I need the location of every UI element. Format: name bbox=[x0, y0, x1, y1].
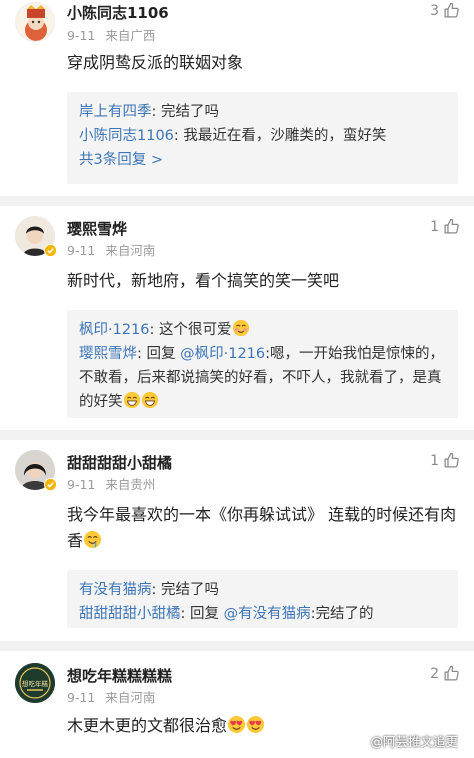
comment-meta: 9-11 来自贵州 bbox=[67, 474, 165, 493]
like-button[interactable]: 1 bbox=[430, 218, 460, 235]
reply-username[interactable]: 岸上有四季 bbox=[79, 104, 152, 120]
username[interactable]: 想吃年糕糕糕糕 bbox=[67, 665, 172, 686]
reply-text: : 完结了吗 bbox=[151, 582, 220, 598]
username[interactable]: 小陈同志1106 bbox=[67, 2, 169, 23]
drooling-face-emoji-icon bbox=[83, 530, 102, 549]
comment-text-content: 木更木更的文都很治愈 bbox=[67, 716, 228, 735]
avatar-logo-text: 想吃年糕 bbox=[22, 679, 49, 688]
comment-item: 小陈同志1106 9-11 来自广西 3 穿成阴鸷反派的联姻对象 岸上有四季: 完… bbox=[0, 0, 474, 205]
reply-item: 小陈同志1106: 我最近在看，沙雕类的，蛮好笑 bbox=[79, 124, 446, 148]
avatar[interactable] bbox=[15, 2, 55, 42]
like-button[interactable]: 1 bbox=[430, 452, 460, 469]
comment-location: 来自河南 bbox=[105, 690, 156, 705]
separator bbox=[0, 196, 474, 206]
comment-text: 穿成阴鸷反派的联姻对象 bbox=[67, 53, 244, 72]
comment-meta: 9-11 来自河南 bbox=[67, 240, 165, 259]
username[interactable]: 甜甜甜甜小甜橘 bbox=[67, 452, 172, 473]
reply-item: 璎熙雪烨: 回复 @枫印·1216:嗯，一开始我怕是惊悚的，不敢看，后来都说搞笑… bbox=[79, 342, 446, 414]
comment-meta: 9-11 来自广西 bbox=[67, 25, 165, 44]
comment-date: 9-11 bbox=[67, 28, 96, 43]
reply-item: 甜甜甜甜小甜橘: 回复 @有没有猫病:完结了的 bbox=[79, 602, 446, 626]
view-more-replies-link[interactable]: 共3条回复 > bbox=[79, 148, 446, 172]
separator bbox=[0, 430, 474, 440]
comment-text: 我今年最喜欢的一本《你再躲试试》 连载的时候还有肉香 bbox=[67, 502, 462, 554]
comment-location: 来自广西 bbox=[105, 28, 156, 43]
blushing-face-emoji-icon bbox=[232, 319, 249, 337]
like-count: 1 bbox=[430, 452, 439, 469]
reply-username[interactable]: 小陈同志1106 bbox=[79, 128, 174, 144]
comment-item: 想吃年糕 想吃年糕糕糕糕 9-11 来自河南 2 木更木更的文都很治愈 @阿芸推文… bbox=[0, 651, 474, 758]
reply-item: 有没有猫病: 完结了吗 bbox=[79, 578, 446, 602]
comment-item: 璎熙雪烨 9-11 来自河南 1 新时代，新地府，看个搞笑的笑一笑吧 枫印·121… bbox=[0, 206, 474, 426]
comment-text-content: 我今年最喜欢的一本《你再躲试试》 连载的时候还有肉香 bbox=[67, 505, 457, 550]
heart-eyes-emoji-icon bbox=[246, 715, 265, 734]
reply-username[interactable]: 甜甜甜甜小甜橘 bbox=[79, 606, 181, 622]
watermark: @阿芸推文追更 bbox=[370, 734, 458, 749]
like-button[interactable]: 2 bbox=[430, 665, 460, 682]
grinning-face-emoji-icon bbox=[141, 391, 158, 409]
comment-text: 新时代，新地府，看个搞笑的笑一笑吧 bbox=[67, 271, 340, 290]
comment-meta: 9-11 来自河南 bbox=[67, 687, 165, 706]
avatar[interactable]: 想吃年糕 bbox=[15, 663, 55, 703]
reply-username[interactable]: 有没有猫病 bbox=[79, 582, 152, 598]
reply-box[interactable]: 枫印·1216: 这个很可爱 璎熙雪烨: 回复 @枫印·1216:嗯，一开始我怕… bbox=[67, 310, 458, 418]
reply-item: 岸上有四季: 完结了吗 bbox=[79, 100, 446, 124]
reply-text-tail: :完结了的 bbox=[310, 606, 374, 622]
verified-badge-icon bbox=[44, 244, 57, 257]
reply-username[interactable]: 枫印·1216 bbox=[79, 322, 150, 338]
comment-date: 9-11 bbox=[67, 243, 96, 258]
heart-eyes-emoji-icon bbox=[227, 715, 246, 734]
reply-box[interactable]: 有没有猫病: 完结了吗 甜甜甜甜小甜橘: 回复 @有没有猫病:完结了的 bbox=[67, 570, 458, 628]
thumbs-up-icon bbox=[444, 218, 459, 234]
grinning-face-emoji-icon bbox=[123, 391, 140, 409]
comment-location: 来自贵州 bbox=[105, 477, 156, 492]
like-button[interactable]: 3 bbox=[430, 2, 460, 19]
separator bbox=[0, 641, 474, 651]
thumbs-up-icon bbox=[444, 452, 459, 468]
reply-box[interactable]: 岸上有四季: 完结了吗 小陈同志1106: 我最近在看，沙雕类的，蛮好笑 共3条… bbox=[67, 92, 458, 184]
comment-date: 9-11 bbox=[67, 477, 96, 492]
reply-username[interactable]: 璎熙雪烨 bbox=[79, 346, 137, 362]
reply-text: : 完结了吗 bbox=[151, 104, 220, 120]
reply-mention[interactable]: @枫印·1216 bbox=[180, 346, 265, 362]
reply-text: : 这个很可爱 bbox=[149, 322, 232, 338]
reply-text: : 回复 bbox=[137, 346, 181, 362]
like-count: 3 bbox=[430, 2, 439, 19]
reply-text: : 我最近在看，沙雕类的，蛮好笑 bbox=[173, 128, 387, 144]
thumbs-up-icon bbox=[444, 2, 459, 18]
thumbs-up-icon bbox=[444, 665, 459, 681]
comment-item: 甜甜甜甜小甜橘 9-11 来自贵州 1 我今年最喜欢的一本《你再躲试试》 连载的时… bbox=[0, 440, 474, 645]
like-count: 2 bbox=[430, 665, 439, 682]
like-count: 1 bbox=[430, 218, 439, 235]
reply-item: 枫印·1216: 这个很可爱 bbox=[79, 318, 446, 342]
username[interactable]: 璎熙雪烨 bbox=[67, 218, 127, 239]
reply-text: : 回复 bbox=[180, 606, 224, 622]
reply-mention[interactable]: @有没有猫病 bbox=[224, 606, 311, 622]
verified-badge-icon bbox=[44, 478, 57, 491]
comment-location: 来自河南 bbox=[105, 243, 156, 258]
comment-date: 9-11 bbox=[67, 690, 96, 705]
